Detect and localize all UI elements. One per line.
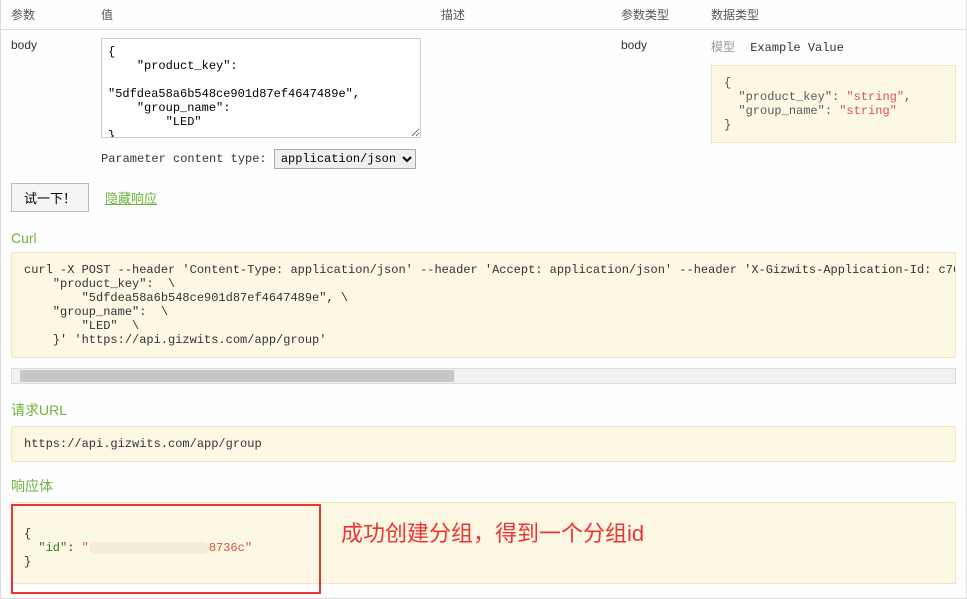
content-type-select[interactable]: application/json [274, 149, 416, 169]
request-url-section-label: 请求URL [1, 396, 966, 426]
api-panel: 参数 值 描述 参数类型 数据类型 body Parameter content… [0, 0, 967, 599]
example-value-tab[interactable]: Example Value [750, 41, 844, 55]
response-wrap: { "id": "8736c" } 成功创建分组，得到一个分组id [11, 502, 956, 584]
table-row: body Parameter content type: application… [1, 30, 966, 178]
param-value-cell: Parameter content type: application/json [91, 30, 431, 178]
request-url-box: https://api.gizwits.com/app/group [11, 426, 956, 462]
param-dtype-cell: 模型 Example Value { "product_key": "strin… [701, 30, 966, 178]
horizontal-scrollbar[interactable] [11, 368, 956, 384]
body-textarea[interactable] [101, 38, 421, 138]
content-type-row: Parameter content type: application/json [101, 149, 421, 169]
try-it-button[interactable]: 试一下！ [11, 183, 89, 212]
th-dtype: 数据类型 [701, 0, 966, 30]
th-desc: 描述 [431, 0, 611, 30]
content-type-label: Parameter content type: [101, 152, 267, 166]
curl-scroll-wrap [11, 368, 956, 384]
th-ptype: 参数类型 [611, 0, 701, 30]
response-body-section-label: 响应体 [1, 472, 966, 502]
parameter-table: 参数 值 描述 参数类型 数据类型 body Parameter content… [1, 0, 966, 177]
th-param: 参数 [1, 0, 91, 30]
redacted-id [89, 542, 209, 554]
curl-code-box: curl -X POST --header 'Content-Type: app… [11, 252, 956, 358]
table-header-row: 参数 值 描述 参数类型 数据类型 [1, 0, 966, 30]
param-name-cell: body [1, 30, 91, 178]
scrollbar-thumb[interactable] [20, 370, 454, 382]
param-type-cell: body [611, 30, 701, 178]
param-desc-cell [431, 30, 611, 178]
annotation-text: 成功创建分组，得到一个分组id [341, 516, 644, 548]
model-toggle: 模型 Example Value [711, 38, 956, 55]
action-row: 试一下！ 隐藏响应 [1, 177, 966, 226]
th-value: 值 [91, 0, 431, 30]
example-value-box[interactable]: { "product_key": "string", "group_name":… [711, 65, 956, 143]
hide-response-link[interactable]: 隐藏响应 [105, 188, 157, 207]
curl-section-label: Curl [1, 226, 966, 252]
model-tab[interactable]: 模型 [711, 41, 735, 55]
